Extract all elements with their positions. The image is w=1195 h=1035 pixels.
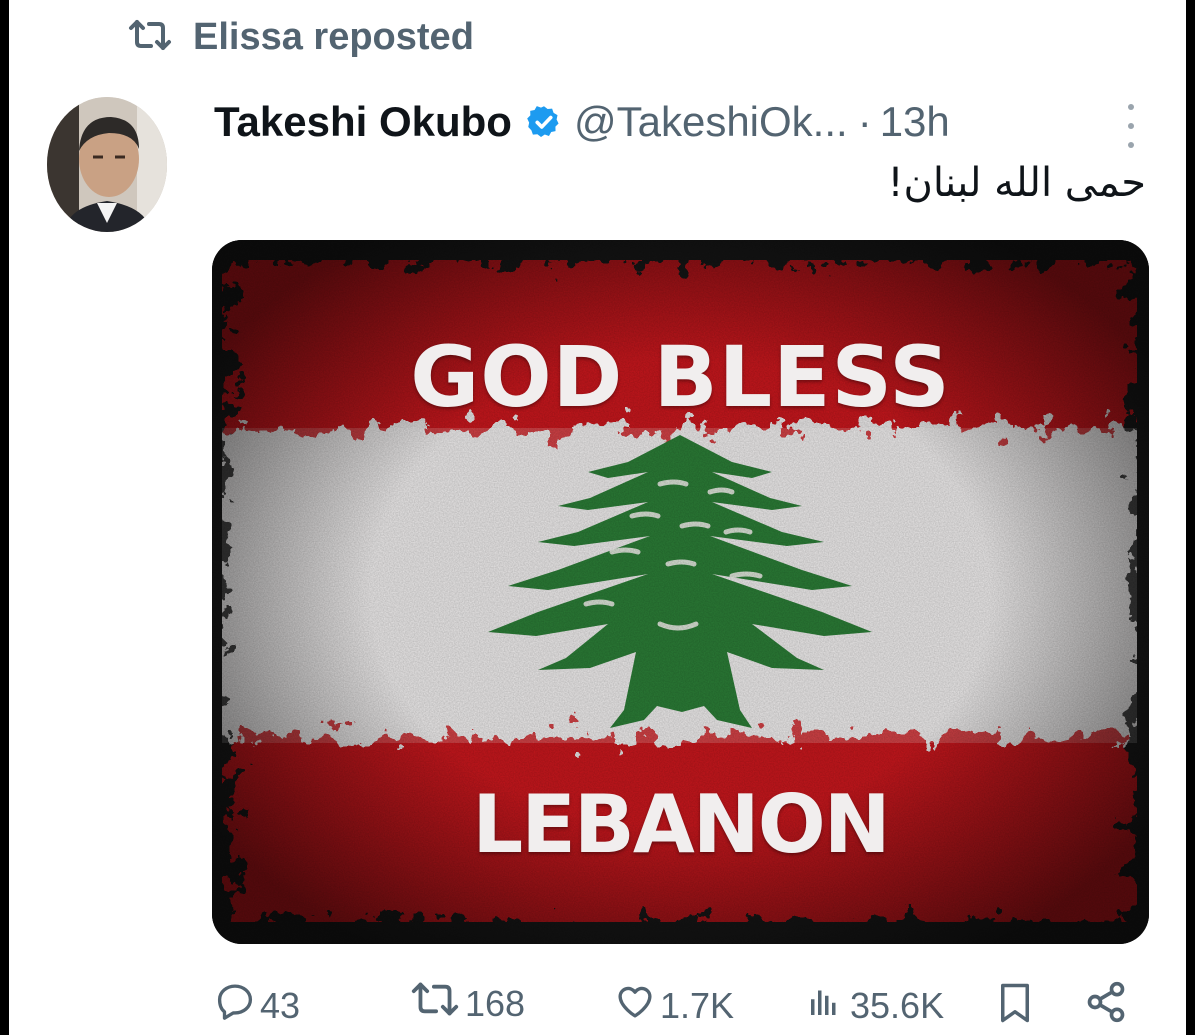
image-headline-top: GOD BLESS bbox=[410, 328, 951, 426]
reply-count: 43 bbox=[260, 984, 301, 1026]
tweet-header: Takeshi Okubo @TakeshiOk... · 13h bbox=[214, 92, 1166, 152]
heart-icon bbox=[614, 980, 656, 1031]
separator-dot: · bbox=[857, 98, 872, 145]
avatar[interactable] bbox=[47, 97, 167, 232]
more-options-icon[interactable] bbox=[1116, 104, 1146, 148]
repost-icon bbox=[127, 18, 173, 57]
verified-badge-icon bbox=[526, 104, 562, 140]
repost-indicator[interactable]: Elissa reposted bbox=[127, 12, 474, 62]
tweet-image[interactable]: GOD BLESS LEBANON bbox=[212, 240, 1149, 944]
views-icon bbox=[804, 980, 846, 1031]
author-name[interactable]: Takeshi Okubo bbox=[214, 98, 512, 146]
reply-button[interactable]: 43 bbox=[214, 980, 300, 1031]
share-button[interactable] bbox=[1084, 980, 1128, 1033]
view-count: 35.6K bbox=[850, 984, 945, 1026]
repost-label: Elissa reposted bbox=[193, 15, 474, 58]
author-handle[interactable]: @TakeshiOk... bbox=[574, 98, 848, 146]
like-button[interactable]: 1.7K bbox=[614, 980, 734, 1031]
repost-count: 168 bbox=[465, 982, 526, 1024]
repost-action-icon bbox=[409, 980, 461, 1027]
tweet-text: حمى الله لبنان! bbox=[887, 160, 1146, 206]
timestamp[interactable]: 13h bbox=[880, 98, 950, 146]
bookmark-button[interactable] bbox=[994, 980, 1036, 1035]
like-count: 1.7K bbox=[660, 984, 735, 1026]
image-headline-bottom: LEBANON bbox=[472, 778, 890, 871]
repost-button[interactable]: 168 bbox=[409, 980, 525, 1027]
bookmark-icon bbox=[994, 980, 1036, 1035]
tweet-card[interactable]: Elissa reposted Takeshi Okubo @TakeshiOk… bbox=[9, 0, 1186, 1035]
views-button[interactable]: 35.6K bbox=[804, 980, 944, 1031]
reply-icon bbox=[214, 980, 256, 1031]
action-bar: 43 168 1.7K 35.6K bbox=[214, 972, 1146, 1034]
share-icon bbox=[1084, 980, 1128, 1033]
